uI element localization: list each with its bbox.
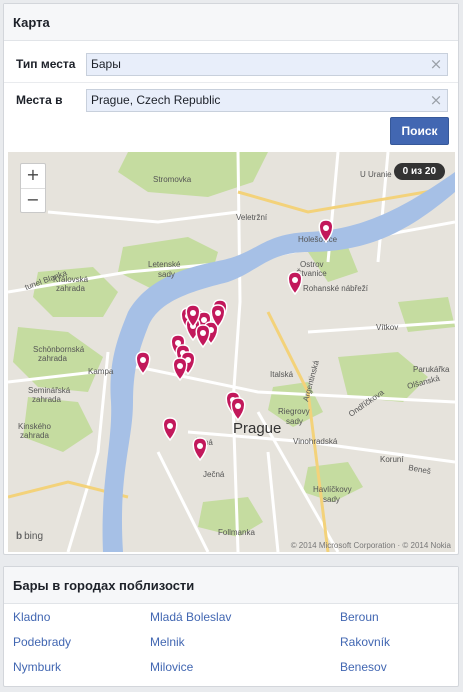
city-link-melnik[interactable]: Melnik (150, 635, 185, 649)
zoom-in-button[interactable]: + (21, 164, 45, 188)
zoom-out-button[interactable]: − (21, 189, 45, 213)
clear-location-icon[interactable]: × (429, 92, 443, 107)
city-link-mlada-boleslav[interactable]: Mladá Boleslav (150, 610, 231, 624)
location-row: Места в Prague, Czech Republic × (4, 88, 458, 112)
city-link-kladno[interactable]: Kladno (13, 610, 50, 624)
city-link-nymburk[interactable]: Nymburk (13, 660, 61, 674)
map-pin-icon[interactable] (135, 351, 151, 376)
map-pin-icon[interactable] (192, 437, 208, 462)
city-link-milovice[interactable]: Milovice (150, 660, 193, 674)
map-panel-header: Карта (4, 4, 458, 41)
result-count-badge: 0 из 20 (393, 163, 445, 180)
map-panel-title: Карта (13, 14, 50, 30)
location-label: Места в (16, 93, 63, 107)
place-type-input[interactable]: Бары × (86, 52, 448, 76)
map-pin-icon[interactable] (318, 219, 334, 244)
bing-icon: b (16, 531, 23, 542)
place-type-row: Тип места Бары × (4, 52, 458, 76)
map-pin-icon[interactable] (162, 417, 178, 442)
bing-text: bing (24, 531, 44, 542)
form-divider (4, 82, 458, 83)
zoom-control: + − (20, 163, 46, 213)
pin-layer (135, 219, 334, 462)
location-value: Prague, Czech Republic (91, 93, 221, 107)
nearby-panel-title: Бары в городах поблизости (13, 577, 195, 593)
city-link-rakovnik[interactable]: Rakovník (340, 635, 390, 649)
bing-logo: b bing (16, 531, 43, 542)
map-pin-icon[interactable] (195, 324, 211, 349)
location-input[interactable]: Prague, Czech Republic × (86, 88, 448, 112)
map-pin-icon[interactable] (287, 271, 303, 296)
clear-place-type-icon[interactable]: × (429, 56, 443, 71)
nearby-panel: Бары в городах поблизости Kladno Mladá B… (3, 566, 459, 687)
map-pin-icon[interactable] (172, 357, 188, 382)
city-link-benesov[interactable]: Benesov (340, 660, 387, 674)
city-link-podebrady[interactable]: Podebrady (13, 635, 71, 649)
city-link-beroun[interactable]: Beroun (340, 610, 379, 624)
map-panel: Карта Тип места Бары × Места в Prague, C… (3, 3, 459, 555)
nearby-panel-header: Бары в городах поблизости (4, 567, 458, 604)
map-canvas[interactable]: Stromovka Letenské sady Veletržní U Uran… (8, 152, 455, 552)
place-type-label: Тип места (16, 57, 76, 71)
map-pin-icon[interactable] (230, 397, 246, 422)
place-type-value: Бары (91, 57, 121, 71)
map-copyright: © 2014 Microsoft Corporation · © 2014 No… (290, 541, 451, 550)
search-button[interactable]: Поиск (390, 117, 449, 145)
